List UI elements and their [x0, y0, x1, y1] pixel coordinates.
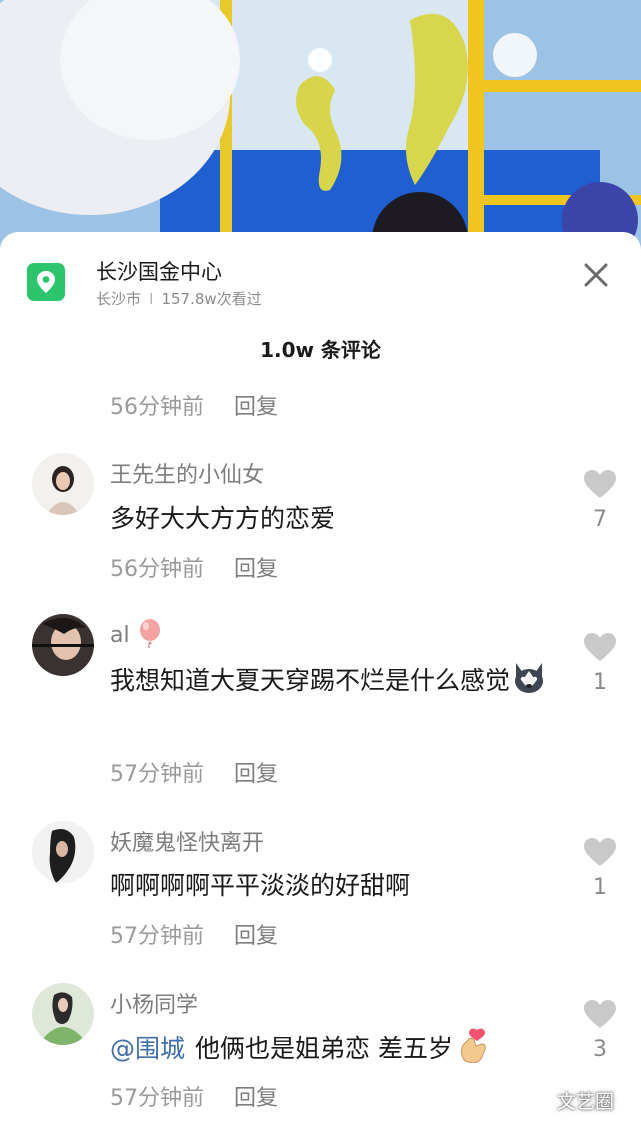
comment-meta-row: 57分钟前 回复 [110, 756, 278, 788]
comment-meta-row: 56分钟前 回复 [110, 551, 278, 583]
reply-button[interactable]: 回复 [234, 557, 278, 582]
close-glyph [584, 263, 608, 287]
heart-icon [584, 1000, 616, 1028]
comment-meta-row: 56分钟前 回复 [110, 389, 278, 421]
heart-icon [584, 838, 616, 866]
comment-text: @围城 他俩也是姐弟恋 差五岁 [110, 1027, 560, 1070]
like-button[interactable]: 1 [576, 632, 624, 695]
comment-time: 56分钟前 [110, 395, 204, 420]
finger-heart-emoji [460, 1028, 486, 1064]
close-icon[interactable] [580, 259, 612, 291]
avatar[interactable] [32, 453, 94, 515]
comment-username[interactable]: 妖魔鬼怪快离开 [110, 825, 264, 857]
like-count: 3 [593, 1037, 607, 1062]
comment-meta-row: 57分钟前 回复 [110, 1080, 278, 1112]
comment-text: 多好大大方方的恋爱 [110, 504, 336, 533]
heart-icon [584, 633, 616, 661]
like-count: 7 [593, 507, 607, 532]
video-background[interactable] [0, 0, 641, 260]
location-name[interactable]: 长沙国金中心 [96, 256, 222, 286]
comment-username[interactable]: 王先生的小仙女 [110, 457, 264, 489]
location-separator: I [149, 290, 154, 308]
map-pin-icon[interactable] [27, 263, 65, 301]
avatar-image [32, 821, 94, 883]
screen: { "location": { "name": "长沙国金中心", "city"… [0, 0, 641, 1128]
comment-text: 啊啊啊啊平平淡淡的好甜啊 [110, 871, 411, 900]
comment-text-body: 我想知道大夏天穿踢不烂是什么感觉 [110, 666, 511, 695]
avatar-image [32, 614, 94, 676]
comment-time: 56分钟前 [110, 557, 204, 582]
avatar[interactable] [32, 614, 94, 676]
comment-time: 57分钟前 [110, 924, 204, 949]
comment-count-title: 1.0w 条评论 [260, 338, 381, 362]
mention-link[interactable]: @围城 [110, 1034, 185, 1063]
reply-button[interactable]: 回复 [234, 395, 278, 420]
location-city: 长沙市 [96, 290, 142, 308]
reply-button[interactable]: 回复 [234, 762, 278, 787]
comment-username-text: al [110, 623, 130, 648]
like-count: 1 [593, 670, 607, 695]
avatar-image [32, 453, 94, 515]
map-pin-glyph [37, 271, 55, 293]
reply-button[interactable]: 回复 [234, 1086, 278, 1111]
like-button[interactable]: 1 [576, 837, 624, 900]
avatar[interactable] [32, 983, 94, 1045]
comment-text-body: 他俩也是姐弟恋 差五岁 [195, 1034, 453, 1063]
like-button[interactable]: 3 [576, 999, 624, 1062]
video-frame-image [0, 0, 641, 260]
like-count: 1 [593, 875, 607, 900]
avatar-image [32, 983, 94, 1045]
comment-username[interactable]: 小杨同学 [110, 987, 198, 1019]
balloon-emoji [139, 619, 160, 649]
location-meta: 长沙市 I 157.8w次看过 [96, 288, 262, 309]
watermark-text: 文艺圈 [557, 1091, 615, 1113]
comment-time: 57分钟前 [110, 762, 204, 787]
location-views: 157.8w次看过 [161, 290, 262, 308]
heart-icon [584, 470, 616, 498]
like-button[interactable]: 7 [576, 469, 624, 532]
comment-text: 我想知道大夏天穿踢不烂是什么感觉 [110, 660, 560, 702]
husky-emoji [515, 663, 544, 693]
avatar[interactable] [32, 821, 94, 883]
comment-meta-row: 57分钟前 回复 [110, 918, 278, 950]
comment-time: 57分钟前 [110, 1086, 204, 1111]
comment-username[interactable]: al [110, 618, 163, 649]
reply-button[interactable]: 回复 [234, 924, 278, 949]
